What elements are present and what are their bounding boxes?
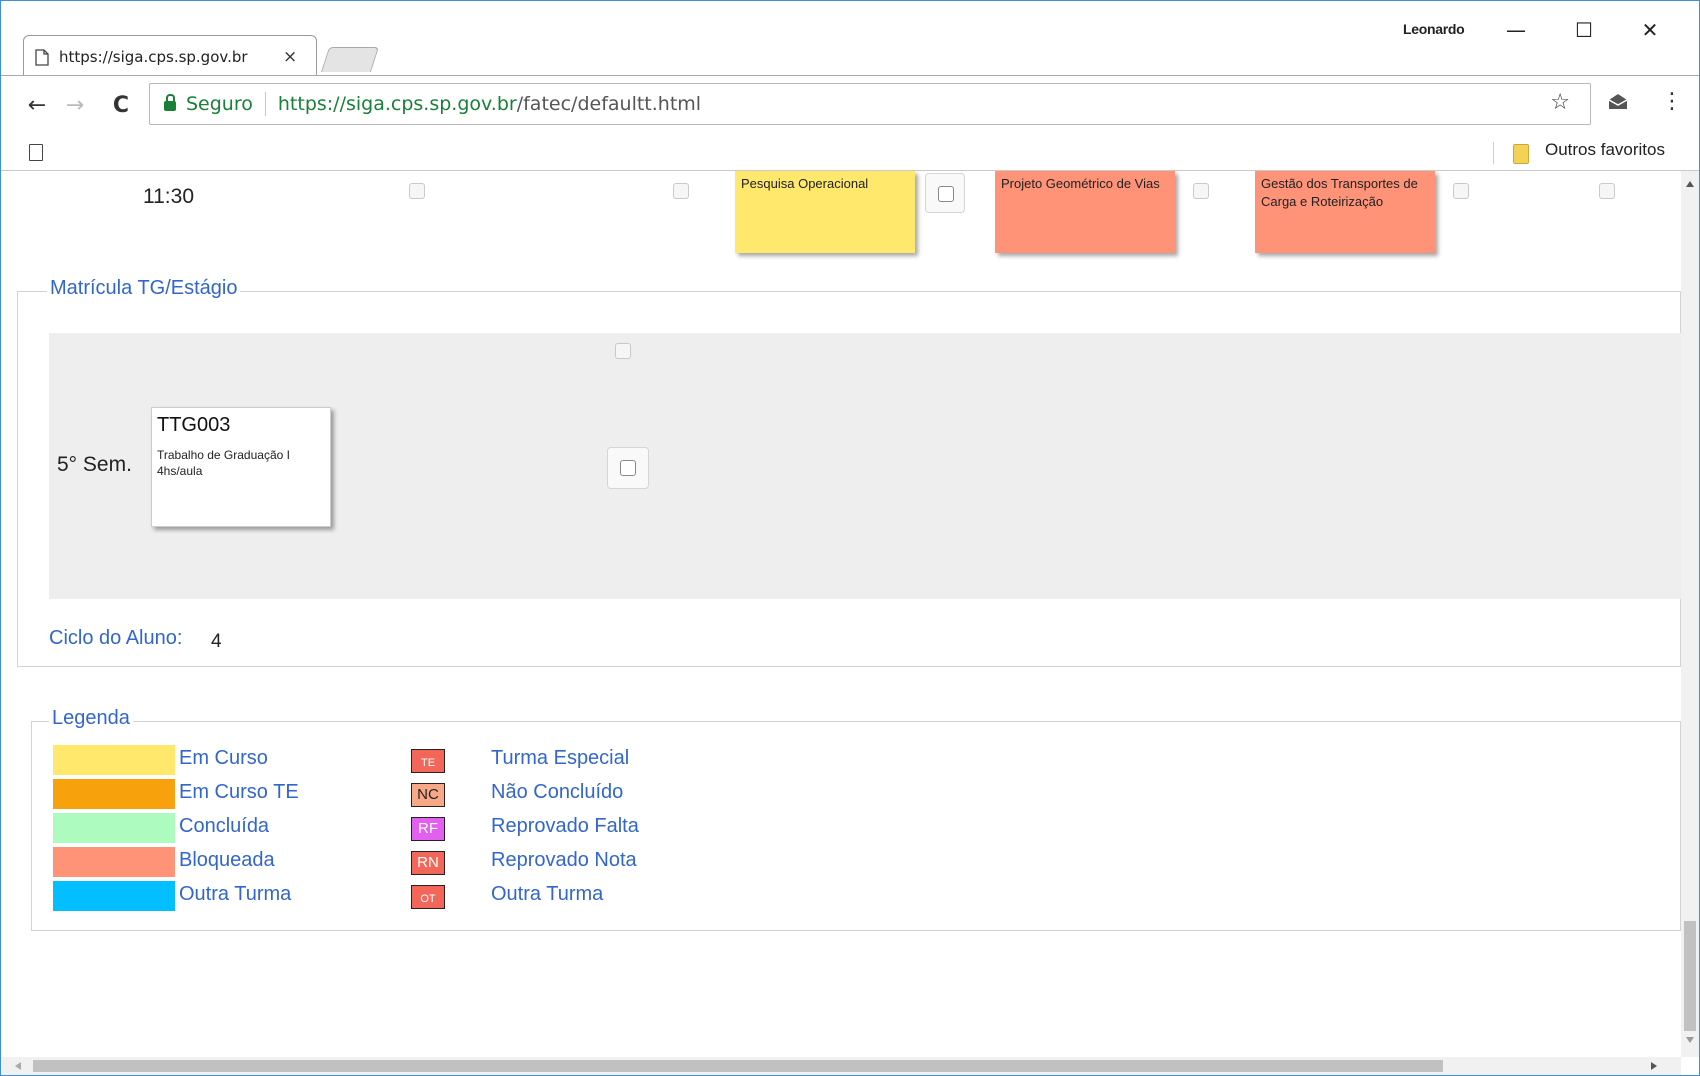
scroll-down-arrow-icon[interactable] (1686, 1037, 1694, 1043)
legend-code-label: Reprovado Falta (491, 815, 639, 837)
time-slot-label: 11:30 (143, 185, 194, 208)
course-card[interactable]: Projeto Geométrico de Vias (995, 171, 1175, 253)
legend-label: Concluída (179, 815, 270, 837)
legend-swatch (53, 779, 175, 809)
bookmark-star-icon[interactable]: ☆ (1550, 90, 1570, 115)
vertical-scroll-thumb[interactable] (1684, 921, 1696, 1031)
profile-name[interactable]: Leonardo (1403, 21, 1465, 37)
horizontal-scrollbar[interactable] (1, 1057, 1681, 1075)
schedule-checkbox[interactable] (673, 183, 689, 199)
apps-page-icon[interactable] (29, 144, 43, 161)
course-card[interactable]: Pesquisa Operacional (735, 171, 915, 253)
semester-checkbox[interactable] (615, 343, 631, 359)
reload-icon[interactable]: C (107, 94, 135, 118)
legend-code-badge: TE (411, 749, 445, 773)
course-card-name: Projeto Geométrico de Vias (1001, 176, 1160, 191)
url-path: /fatec/defaultt.html (516, 93, 702, 115)
legend-label: Em Curso TE (179, 781, 299, 803)
back-arrow-icon[interactable]: ← (23, 94, 51, 118)
legend-code-badge: NC (411, 783, 445, 807)
course-hours: 4hs/aula (157, 464, 203, 478)
legend-label: Outra Turma (179, 883, 292, 905)
schedule-checkbox[interactable] (938, 186, 954, 202)
tab-strip: https://siga.cps.sp.gov.br × Leonardo — … (1, 1, 1699, 76)
course-card[interactable]: Gestão dos Transportes de Carga e Roteir… (1255, 171, 1435, 253)
semester-label: 5° Sem. (57, 453, 132, 476)
url-host: https://siga.cps.sp.gov.br (277, 93, 517, 115)
other-bookmarks[interactable]: Outros favoritos (1545, 140, 1665, 160)
ciclo-value: 4 (211, 631, 222, 652)
vertical-scrollbar[interactable] (1681, 171, 1699, 1057)
browser-window: https://siga.cps.sp.gov.br × Leonardo — … (0, 0, 1700, 1076)
scroll-up-arrow-icon[interactable] (1686, 181, 1694, 187)
legend-swatch (53, 847, 175, 877)
schedule-checkbox[interactable] (1193, 183, 1209, 199)
maximize-button[interactable]: ☐ (1569, 15, 1599, 45)
page-icon (35, 48, 49, 66)
forward-arrow-icon[interactable]: → (61, 94, 89, 118)
enroll-checkbox-frame[interactable] (607, 447, 649, 489)
legend-title: Legenda (49, 707, 133, 730)
secure-label: Seguro (186, 93, 253, 115)
tab-title: https://siga.cps.sp.gov.br (59, 48, 248, 66)
legend-code-label: Turma Especial (491, 747, 630, 769)
ciclo-label: Ciclo do Aluno: (49, 627, 183, 649)
course-name: Trabalho de Graduação I (157, 448, 290, 462)
folder-icon[interactable] (1513, 144, 1529, 164)
legend-code-badge: RN (411, 851, 445, 875)
scroll-right-arrow-icon[interactable] (1651, 1062, 1657, 1070)
address-separator (264, 92, 266, 116)
legend-code-label: Reprovado Nota (491, 849, 637, 871)
schedule-checkbox[interactable] (1453, 183, 1469, 199)
tab-content[interactable]: https://siga.cps.sp.gov.br × (35, 45, 297, 69)
minimize-button[interactable]: — (1501, 15, 1531, 45)
legend-label: Bloqueada (179, 849, 275, 871)
close-window-button[interactable]: ✕ (1635, 15, 1665, 45)
legend-label: Em Curso (179, 747, 268, 769)
course-card-name: Gestão dos Transportes de Carga e Roteir… (1261, 176, 1418, 209)
horizontal-scroll-thumb[interactable] (33, 1060, 1443, 1072)
tab-close-icon[interactable]: × (283, 47, 297, 67)
menu-icon[interactable]: ⋮ (1661, 89, 1683, 115)
legend-swatch (53, 881, 175, 911)
schedule-checkbox[interactable] (409, 183, 425, 199)
page-content: 11:30 Pesquisa Operacional Projeto Geomé… (1, 171, 1681, 1057)
matricula-title: Matrícula TG/Estágio (47, 277, 241, 300)
legend-swatch (53, 745, 175, 775)
scroll-left-arrow-icon[interactable] (15, 1062, 21, 1070)
course-card-name: Pesquisa Operacional (741, 176, 869, 191)
bookmarks-separator (1493, 142, 1494, 164)
enroll-checkbox[interactable] (620, 460, 636, 476)
schedule-checkbox-frame[interactable] (925, 173, 965, 213)
legend-code-badge: RF (411, 817, 445, 841)
legend-swatch (53, 813, 175, 843)
legend-code-badge: OT (411, 885, 445, 909)
legend-code-label: Outra Turma (491, 883, 604, 905)
tg-course-card[interactable]: TTG003 Trabalho de Graduação I 4hs/aula (151, 407, 331, 527)
legend-code-label: Não Concluído (491, 781, 624, 803)
new-tab-button[interactable] (320, 47, 380, 72)
schedule-checkbox[interactable] (1599, 183, 1615, 199)
bookmarks-bar: Outros favoritos (1, 136, 1699, 171)
address-bar[interactable]: Seguro https://siga.cps.sp.gov.br/fatec/… (149, 83, 1591, 125)
course-code: TTG003 (157, 414, 231, 436)
extension-icon[interactable] (1607, 93, 1629, 111)
lock-icon (164, 94, 176, 111)
